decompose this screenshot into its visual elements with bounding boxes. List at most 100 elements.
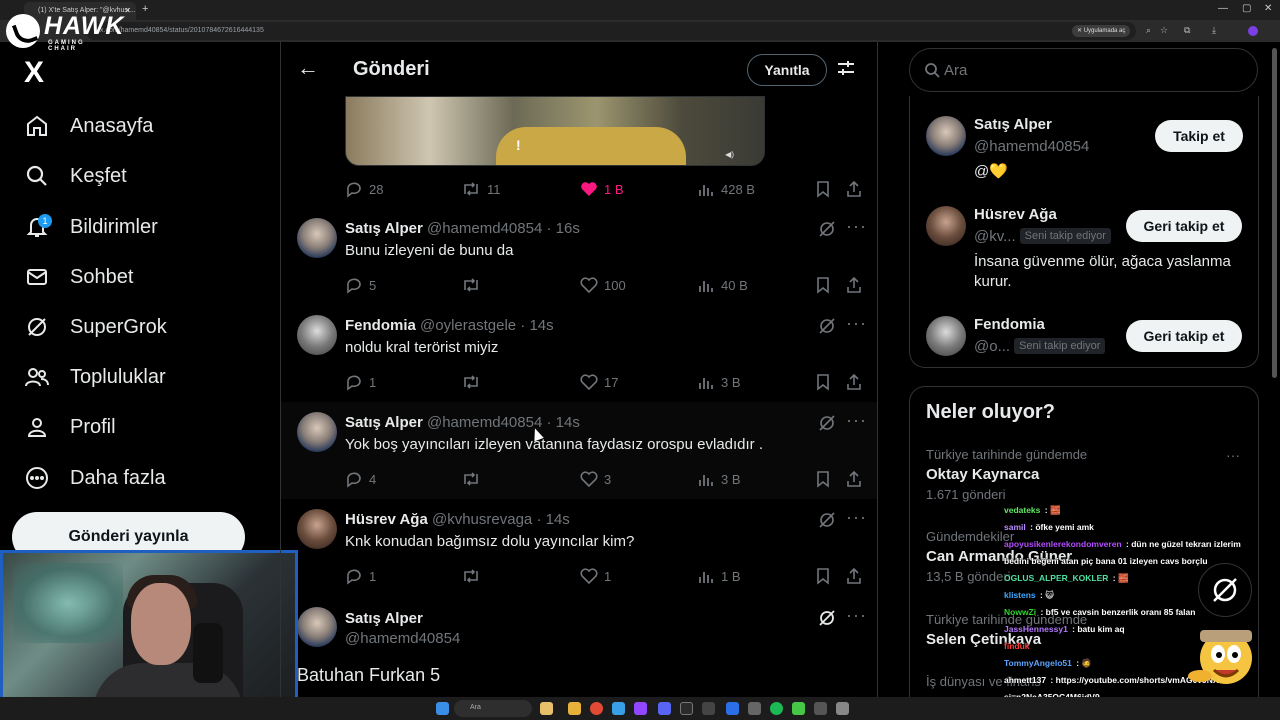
app-icon[interactable]: [702, 702, 715, 715]
grok-float-button[interactable]: [1198, 563, 1252, 617]
avatar[interactable]: [297, 509, 337, 549]
nav-home[interactable]: Anasayfa: [24, 108, 153, 144]
avatar[interactable]: [926, 206, 966, 246]
repost-action[interactable]: [461, 470, 487, 488]
like-action[interactable]: 1: [580, 567, 611, 585]
nav-chat[interactable]: Sohbet: [24, 259, 133, 295]
bookmark-action[interactable]: [815, 276, 837, 294]
nav-explore[interactable]: Keşfet: [24, 158, 127, 194]
chrome-icon[interactable]: [590, 702, 603, 715]
nav-supergrok[interactable]: SuperGrok: [24, 309, 167, 345]
reply-action[interactable]: 1: [345, 373, 376, 391]
like-action[interactable]: 17: [580, 373, 618, 391]
views-action[interactable]: 3 B: [697, 373, 741, 391]
app-icon[interactable]: [836, 702, 849, 715]
share-action[interactable]: [845, 373, 869, 391]
user-handle[interactable]: @hamemd40854: [974, 138, 1089, 155]
repost-action[interactable]: [461, 567, 487, 585]
views-action[interactable]: 1 B: [697, 567, 741, 585]
bookmark-action[interactable]: [815, 470, 837, 488]
timestamp[interactable]: · 14s: [520, 317, 553, 334]
reply-tweet[interactable]: Hüsrev Ağa @kvhusrevaga · 14s ··· Knk ko…: [281, 499, 877, 596]
author-handle[interactable]: @hamemd40854: [345, 630, 460, 647]
x-logo[interactable]: X: [24, 56, 44, 90]
author-handle[interactable]: @kvhusrevaga: [432, 511, 532, 528]
avatar[interactable]: [297, 218, 337, 258]
reply-button[interactable]: Yanıtla: [747, 54, 827, 86]
repost-action[interactable]: [461, 373, 487, 391]
share-action[interactable]: [845, 567, 869, 585]
scrollbar[interactable]: [1272, 48, 1277, 378]
author-name[interactable]: Satış Alper: [345, 220, 423, 237]
url-field[interactable]: x.com/hamemd40854/status/201078467261644…: [86, 22, 1136, 40]
nav-more[interactable]: Daha fazla: [24, 460, 166, 496]
app-icon[interactable]: [680, 702, 693, 715]
minimize-icon[interactable]: —: [1218, 3, 1228, 14]
nav-profile[interactable]: Profil: [24, 409, 116, 445]
bookmark-star-icon[interactable]: ☆: [1160, 25, 1168, 36]
post-video[interactable]: ! ◀): [345, 96, 765, 166]
grok-icon[interactable]: [818, 317, 836, 340]
more-options-icon[interactable]: ···: [846, 507, 867, 528]
avatar[interactable]: [926, 116, 966, 156]
twitch-icon[interactable]: [634, 702, 647, 715]
author-handle[interactable]: @oylerastgele: [420, 317, 516, 334]
app-icon[interactable]: [540, 702, 553, 715]
reply-action[interactable]: 4: [345, 470, 376, 488]
more-options-icon[interactable]: ···: [846, 410, 867, 431]
download-icon[interactable]: ⤓: [1212, 25, 1216, 36]
follow-back-button[interactable]: Geri takip et: [1126, 210, 1242, 242]
repost-action[interactable]: [461, 276, 487, 294]
back-arrow-icon[interactable]: ←: [297, 55, 319, 81]
repost-action[interactable]: 11: [461, 180, 501, 198]
volume-icon[interactable]: ◀): [725, 150, 734, 159]
tab-close-icon[interactable]: ✕: [124, 6, 131, 15]
timestamp[interactable]: · 14s: [536, 511, 569, 528]
user-name[interactable]: Hüsrev Ağa: [974, 206, 1057, 223]
follow-back-button[interactable]: Geri takip et: [1126, 320, 1242, 352]
user-name[interactable]: Fendomia: [974, 316, 1045, 333]
user-name[interactable]: Satış Alper: [974, 116, 1052, 133]
author-handle[interactable]: @hamemd40854: [427, 220, 542, 237]
share-action[interactable]: [845, 276, 869, 294]
taskbar-search[interactable]: Ara: [454, 700, 532, 717]
timestamp[interactable]: · 16s: [546, 220, 579, 237]
user-handle[interactable]: @o...: [974, 338, 1010, 355]
profile-avatar[interactable]: [1248, 26, 1258, 36]
search-box[interactable]: Ara: [909, 48, 1258, 92]
bookmark-action[interactable]: [815, 373, 837, 391]
app-icon[interactable]: [726, 702, 739, 715]
nav-notifications[interactable]: 1 Bildirimler: [24, 209, 158, 245]
discord-icon[interactable]: [658, 702, 671, 715]
avatar[interactable]: [297, 315, 337, 355]
user-handle[interactable]: @kv...: [974, 228, 1016, 245]
more-options-icon[interactable]: ···: [846, 216, 867, 237]
spotify-icon[interactable]: [770, 702, 783, 715]
reply-tweet[interactable]: Satış Alper @hamemd40854 · 16s ··· Bunu …: [281, 208, 877, 305]
like-action[interactable]: 100: [580, 276, 626, 294]
extensions-icon[interactable]: ⧉: [1184, 25, 1190, 36]
grok-icon[interactable]: [818, 609, 836, 632]
views-action[interactable]: 428 B: [697, 180, 755, 198]
more-options-icon[interactable]: ···: [846, 313, 867, 334]
share-action[interactable]: [845, 470, 869, 488]
author-handle[interactable]: @hamemd40854: [427, 414, 542, 431]
start-icon[interactable]: [436, 702, 449, 715]
avatar[interactable]: [297, 607, 337, 647]
reply-action[interactable]: 28: [345, 180, 383, 198]
grok-icon[interactable]: [818, 511, 836, 534]
author-name[interactable]: Satış Alper: [345, 414, 423, 431]
app-icon[interactable]: [792, 702, 805, 715]
bookmark-action[interactable]: [815, 180, 837, 198]
sliders-icon[interactable]: [836, 58, 856, 83]
like-action[interactable]: 1 B: [580, 180, 624, 198]
trend-item[interactable]: Türkiye tarihinde gündemde Oktay Kaynarc…: [926, 447, 1246, 502]
views-action[interactable]: 40 B: [697, 276, 748, 294]
file-explorer-icon[interactable]: [568, 702, 581, 715]
author-name[interactable]: Fendomia: [345, 317, 416, 334]
grok-icon[interactable]: [818, 414, 836, 437]
zoom-icon[interactable]: ⌕: [1146, 25, 1151, 36]
timestamp[interactable]: · 14s: [546, 414, 579, 431]
follow-button[interactable]: Takip et: [1155, 120, 1243, 152]
author-name[interactable]: Satış Alper: [345, 610, 423, 627]
